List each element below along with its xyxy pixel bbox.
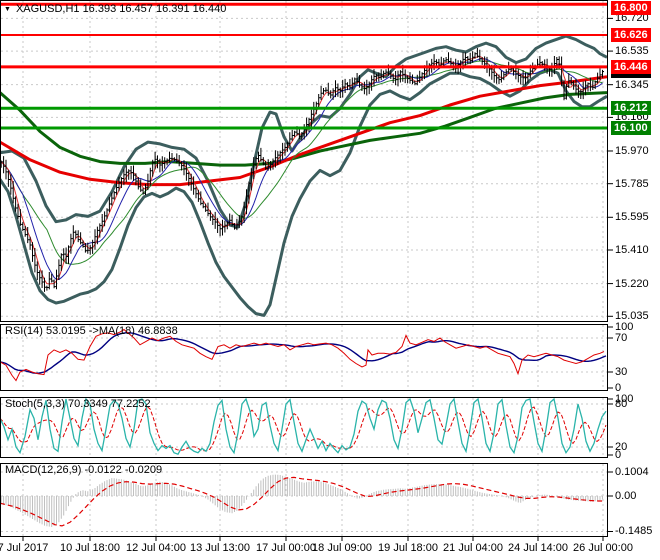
stoch-indicator-label: Stoch(5,3,3) 70.3349 77.2252 [5,398,151,410]
price-axis-label: 16.535 [615,45,649,58]
price-axis-label: 15.785 [615,177,649,190]
support-price-label[interactable]: 16.100 [611,120,651,135]
rsi-axis-label: 70 [615,332,628,344]
support-price-label[interactable]: 16.212 [611,101,651,116]
chevron-down-icon[interactable]: ▼ [4,4,11,15]
macd-axis-label: -0.1485 [615,525,653,538]
rsi-axis-label: 30 [615,366,628,378]
price-axis-label: 16.345 [615,78,649,91]
time-axis-label: 26 Jul 00:00 [573,542,633,554]
resistance-price-label[interactable]: 16.446 [611,59,651,74]
symbol-title-bar[interactable]: ▼ XAGUSD,H1 16.393 16.457 16.391 16.440 [4,3,226,15]
resistance-price-label[interactable]: 16.626 [611,28,651,42]
resistance-price-label[interactable]: 16.800 [611,1,651,15]
macd-axis-label: 0.00 [615,490,637,502]
chart-window: ▼ XAGUSD,H1 16.393 16.457 16.391 16.440 … [0,0,660,560]
chart-canvas[interactable] [0,0,660,560]
macd-axis-label: 0.1004 [615,466,649,478]
price-axis-label: 15.970 [615,144,649,157]
symbol-ohlc-label: XAGUSD,H1 16.393 16.457 16.391 16.440 [15,3,227,15]
price-axis-label: 15.595 [615,211,649,224]
stoch-axis-label: 0 [615,449,622,461]
price-axis-label: 15.410 [615,243,649,256]
stoch-axis-label: 80 [615,398,628,410]
macd-indicator-label: MACD(12,26,9) -0.0122 -0.0209 [5,464,163,476]
rsi-indicator-label: RSI(14) 53.0195 ->MA(18) 46.8838 [5,325,178,337]
price-axis-label: 15.220 [615,277,649,290]
